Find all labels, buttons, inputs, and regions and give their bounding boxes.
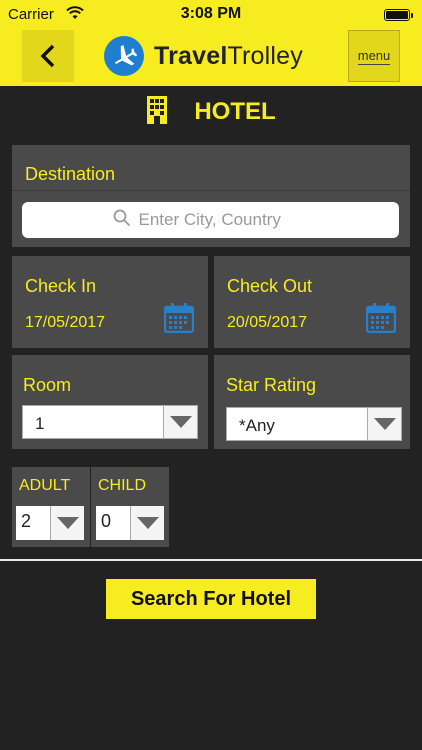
menu-button[interactable]: menu (348, 30, 400, 82)
child-label: CHILD (98, 477, 147, 494)
back-button[interactable] (22, 30, 74, 82)
room-selected-value: 1 (35, 414, 45, 433)
check-in-date: 17/05/2017 (25, 314, 106, 331)
star-rating-select[interactable]: *Any (226, 407, 402, 441)
brand-logo: TravelTrolley (104, 36, 303, 76)
app-header: Carrier 3:08 PM TravelTrolley menu (0, 0, 422, 86)
child-selected-value: 0 (101, 511, 112, 531)
search-icon (113, 209, 131, 232)
adult-selected-value: 2 (21, 511, 32, 531)
calendar-icon[interactable] (365, 303, 397, 338)
child-select[interactable]: 0 (96, 506, 164, 540)
dropdown-arrow-icon[interactable] (367, 408, 401, 440)
room-select[interactable]: 1 (22, 405, 198, 439)
check-out-date: 20/05/2017 (227, 314, 308, 331)
search-hotel-button[interactable]: Search For Hotel (106, 579, 316, 619)
brand-name-light: Trolley (227, 41, 303, 70)
destination-label: Destination (25, 164, 116, 184)
brand-name: TravelTrolley (154, 42, 303, 71)
status-bar: Carrier 3:08 PM (0, 0, 422, 28)
clock: 3:08 PM (180, 5, 242, 22)
check-in-label: Check In (25, 276, 97, 296)
divider (12, 190, 410, 191)
destination-search-box[interactable] (22, 202, 399, 238)
check-out-label: Check Out (227, 276, 313, 296)
dropdown-arrow-icon[interactable] (130, 506, 164, 540)
back-arrow-icon (40, 44, 55, 68)
dropdown-arrow-icon[interactable] (50, 506, 84, 540)
adult-select[interactable]: 2 (16, 506, 84, 540)
destination-input[interactable] (138, 210, 309, 230)
calendar-icon[interactable] (163, 303, 195, 338)
page-title-text: HOTEL (194, 98, 276, 125)
plane-logo-icon (104, 36, 144, 76)
divider (0, 559, 422, 561)
page-title: HOTEL (0, 94, 422, 130)
adult-label: ADULT (19, 477, 71, 494)
menu-label: menu (357, 47, 391, 65)
room-label: Room (23, 375, 72, 395)
star-rating-selected-value: *Any (239, 416, 275, 435)
dropdown-arrow-icon[interactable] (163, 406, 197, 438)
star-rating-label: Star Rating (226, 375, 317, 395)
hotel-building-icon (146, 95, 168, 130)
brand-name-bold: Travel (154, 41, 228, 70)
battery-icon (384, 9, 413, 21)
